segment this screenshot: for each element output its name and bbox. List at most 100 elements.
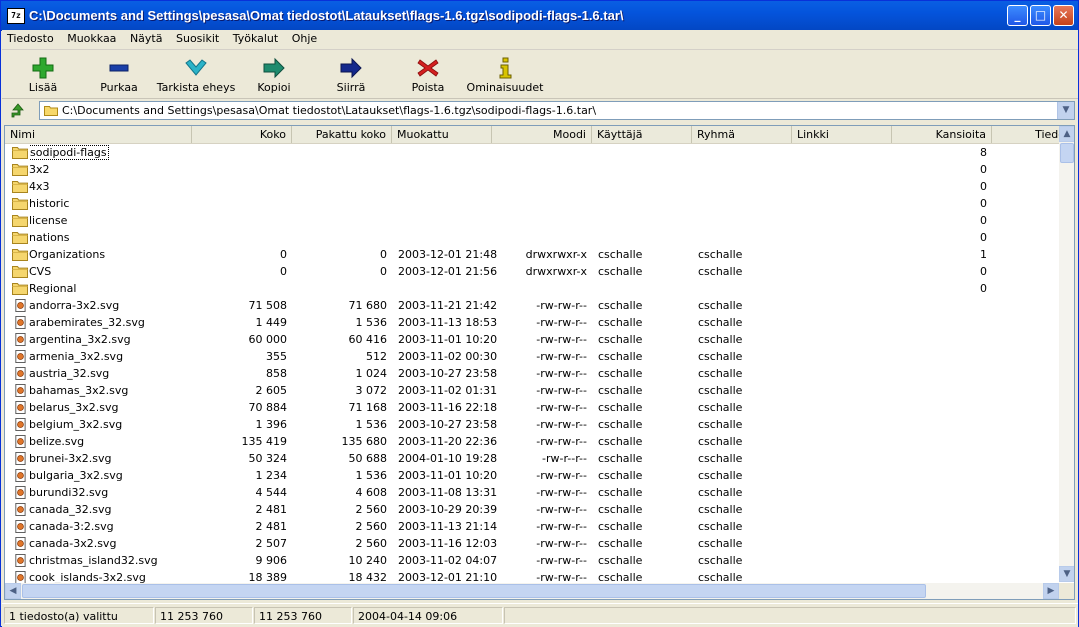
address-combobox[interactable]: C:\Documents and Settings\pesasa\Omat ti… <box>39 101 1075 120</box>
column-header-link[interactable]: Linkki <box>792 126 892 143</box>
file-packed-size <box>291 161 387 178</box>
folder-row[interactable]: Regional 0 <box>5 280 1059 297</box>
folder-row[interactable]: 3x2 0 <box>5 161 1059 178</box>
move-button[interactable]: Siirrä <box>311 52 391 96</box>
scroll-up-button[interactable]: ▲ <box>1059 126 1074 142</box>
add-button[interactable]: Lisää <box>3 52 83 96</box>
menu-favorites[interactable]: Suosikit <box>171 30 224 45</box>
horizontal-scrollbar[interactable]: ◀ ▶ <box>5 583 1059 599</box>
file-row[interactable]: andorra-3x2.svg 71 508 71 680 2003-11-21 21… <box>5 297 1059 314</box>
column-header-size[interactable]: Koko <box>192 126 292 143</box>
column-header-mode[interactable]: Moodi <box>492 126 592 143</box>
file-folder-count: 0 <box>980 282 987 295</box>
file-row[interactable]: christmas_island32.svg 9 906 10 240 2003-11… <box>5 552 1059 569</box>
file-folder-count <box>891 314 987 331</box>
file-modified: 2003-10-27 23:58 <box>398 418 498 431</box>
vertical-scrollbar[interactable]: ▲ ▼ <box>1059 126 1074 582</box>
folder-row[interactable]: historic 0 <box>5 195 1059 212</box>
folder-row[interactable]: sodipodi-flags 8 <box>5 144 1059 161</box>
file-user: cschalle <box>598 333 643 346</box>
folder-icon <box>12 215 28 227</box>
column-header-folders[interactable]: Kansioita <box>892 126 992 143</box>
column-header-user[interactable]: Käyttäjä <box>592 126 692 143</box>
file-modified: 2003-12-01 21:56 <box>398 265 498 278</box>
column-header-packed-size[interactable]: Pakattu koko <box>292 126 392 143</box>
scroll-down-button[interactable]: ▼ <box>1059 566 1074 582</box>
close-button[interactable]: ✕ <box>1053 5 1074 26</box>
file-folder-count <box>891 433 987 450</box>
file-folder-count <box>891 450 987 467</box>
file-group: cschalle <box>698 333 743 346</box>
file-row[interactable]: arabemirates_32.svg 1 449 1 536 2003-11-13 … <box>5 314 1059 331</box>
file-link <box>798 195 894 212</box>
file-folder-count: 1 <box>980 248 987 261</box>
file-row[interactable]: belgium_3x2.svg 1 396 1 536 2003-10-27 23:5… <box>5 416 1059 433</box>
column-header-group[interactable]: Ryhmä <box>692 126 792 143</box>
file-row[interactable]: brunei-3x2.svg 50 324 50 688 2004-01-10 19:… <box>5 450 1059 467</box>
folder-row[interactable]: 4x3 0 <box>5 178 1059 195</box>
properties-button[interactable]: Ominaisuudet <box>465 52 545 96</box>
file-row[interactable]: belarus_3x2.svg 70 884 71 168 2003-11-16 22… <box>5 399 1059 416</box>
file-mode: -rw-rw-r-- <box>536 384 587 397</box>
file-group: cschalle <box>698 384 743 397</box>
folder-row[interactable]: license 0 <box>5 212 1059 229</box>
scroll-right-button[interactable]: ▶ <box>1043 583 1059 599</box>
test-icon <box>185 59 207 76</box>
file-packed-size: 71 168 <box>348 401 388 414</box>
column-header-name[interactable]: Nimi <box>5 126 192 143</box>
file-modified: 2003-11-02 01:31 <box>398 384 498 397</box>
minimize-button[interactable]: _ <box>1007 5 1028 26</box>
svg-file-icon <box>15 384 26 397</box>
file-row[interactable]: belize.svg 135 419 135 680 2003-11-20 22:36… <box>5 433 1059 450</box>
folder-row[interactable]: nations 0 <box>5 229 1059 246</box>
menu-file[interactable]: Tiedosto <box>2 30 59 45</box>
file-user: cschalle <box>598 503 643 516</box>
title-bar[interactable]: 7z C:\Documents and Settings\pesasa\Omat… <box>1 1 1078 31</box>
file-row[interactable]: canada_32.svg 2 481 2 560 2003-10-29 20:39 -… <box>5 501 1059 518</box>
up-folder-icon[interactable] <box>10 103 26 119</box>
file-folder-count <box>891 535 987 552</box>
scroll-left-button[interactable]: ◀ <box>5 583 21 599</box>
extract-button[interactable]: Purkaa <box>79 52 159 96</box>
file-name: 4x3 <box>29 180 50 193</box>
column-header-modified[interactable]: Muokattu <box>392 126 492 143</box>
copy-button[interactable]: Kopioi <box>234 52 314 96</box>
maximize-button[interactable]: □ <box>1030 5 1051 26</box>
file-row[interactable]: argentina_3x2.svg 60 000 60 416 2003-11-01 … <box>5 331 1059 348</box>
file-packed-size: 71 680 <box>348 299 388 312</box>
menu-help[interactable]: Ohje <box>287 30 322 45</box>
file-packed-size <box>291 178 387 195</box>
file-row[interactable]: burundi32.svg 4 544 4 608 2003-11-08 13:31 -… <box>5 484 1059 501</box>
file-folder-count <box>891 518 987 535</box>
menu-view[interactable]: Näytä <box>125 30 168 45</box>
test-button[interactable]: Tarkista eheys <box>156 52 236 96</box>
file-row[interactable]: bulgaria_3x2.svg 1 234 1 536 2003-11-01 10:… <box>5 467 1059 484</box>
status-packed-size: 11 253 760 <box>254 607 352 624</box>
delete-button[interactable]: Poista <box>388 52 468 96</box>
file-group: cschalle <box>698 554 743 567</box>
menu-tools[interactable]: Työkalut <box>228 30 284 45</box>
file-link <box>798 467 894 484</box>
file-row[interactable]: canada-3:2.svg 2 481 2 560 2003-11-13 21:14… <box>5 518 1059 535</box>
address-dropdown-button[interactable]: ▼ <box>1057 102 1074 119</box>
file-list[interactable]: Nimi Koko Pakattu koko Muokattu Moodi Kä… <box>4 125 1075 600</box>
file-row[interactable]: canada-3x2.svg 2 507 2 560 2003-11-16 12:03… <box>5 535 1059 552</box>
file-row[interactable]: austria_32.svg 858 1 024 2003-10-27 23:58 -r… <box>5 365 1059 382</box>
horizontal-scroll-thumb[interactable] <box>22 584 926 598</box>
file-link <box>798 280 894 297</box>
file-row[interactable]: bahamas_3x2.svg 2 605 3 072 2003-11-02 01:3… <box>5 382 1059 399</box>
menu-edit[interactable]: Muokkaa <box>62 30 121 45</box>
file-row[interactable]: armenia_3x2.svg 355 512 2003-11-02 00:30 -rw… <box>5 348 1059 365</box>
file-group <box>698 144 794 161</box>
file-group: cschalle <box>698 316 743 329</box>
file-name: burundi32.svg <box>29 486 109 499</box>
folder-row[interactable]: CVS 0 0 2003-12-01 21:56 drwxrwxr-x cschalle c… <box>5 263 1059 280</box>
svg-file-icon <box>15 401 26 414</box>
vertical-scroll-thumb[interactable] <box>1060 143 1074 163</box>
app-icon[interactable]: 7z <box>7 8 25 24</box>
column-header-files[interactable]: Tiedo <box>992 126 1065 143</box>
folder-row[interactable]: Organizations 0 0 2003-12-01 21:48 drwxrwxr-… <box>5 246 1059 263</box>
file-mode <box>491 161 587 178</box>
file-modified: 2003-10-29 20:39 <box>398 503 498 516</box>
file-link <box>798 331 894 348</box>
